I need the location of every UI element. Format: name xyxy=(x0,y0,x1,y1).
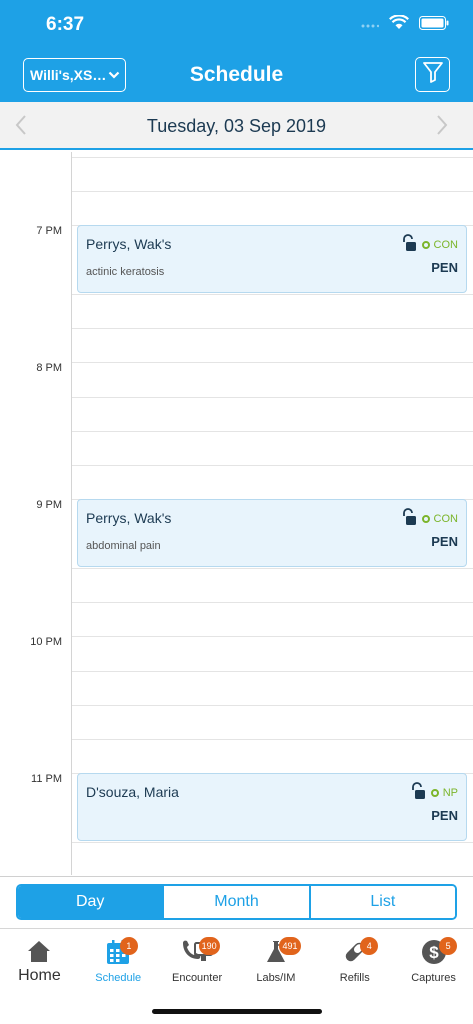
battery-icon xyxy=(419,15,449,35)
filter-button[interactable] xyxy=(415,57,450,92)
tab-encounter[interactable]: 190 Encounter xyxy=(158,929,237,988)
grid-line xyxy=(72,705,473,706)
tab-captures[interactable]: $ 5 Captures xyxy=(394,929,473,988)
notification-badge: 1 xyxy=(119,937,138,955)
tab-label: Home xyxy=(18,967,61,984)
status-time: 6:37 xyxy=(46,14,85,35)
status-ring-icon xyxy=(430,788,439,797)
notification-badge: 190 xyxy=(198,937,220,955)
visit-reason: actinic keratosis xyxy=(86,266,165,278)
notification-badge: 491 xyxy=(279,937,301,955)
status-icons xyxy=(361,14,449,35)
cellular-signal-icon xyxy=(361,16,380,34)
tab-label: Labs/IM xyxy=(256,972,296,984)
date-bar: Tuesday, 03 Sep 2019 xyxy=(0,102,473,150)
grid-line xyxy=(72,397,473,398)
svg-text:$: $ xyxy=(429,943,439,962)
wifi-icon xyxy=(389,14,409,35)
status-code: CON xyxy=(433,512,458,525)
tab-label: Schedule xyxy=(95,972,142,984)
tab-label: Encounter xyxy=(171,972,223,984)
home-indicator xyxy=(152,1009,322,1014)
tab-home[interactable]: Home xyxy=(0,929,79,988)
grid-line xyxy=(72,842,473,843)
grid-line xyxy=(72,362,473,363)
tab-labs-im[interactable]: 491 Labs/IM xyxy=(236,929,315,988)
visit-reason: abdominal pain xyxy=(86,540,161,552)
app-header: Willi's,XSa... Schedule xyxy=(0,50,473,102)
grid-line xyxy=(72,636,473,637)
current-date: Tuesday, 03 Sep 2019 xyxy=(146,116,327,136)
page-title: Schedule xyxy=(189,63,284,86)
grid-line xyxy=(72,602,473,603)
grid-line xyxy=(72,191,473,192)
grid-line xyxy=(72,465,473,466)
notification-badge: 5 xyxy=(439,937,458,955)
tab-schedule[interactable]: 1 Schedule xyxy=(79,929,158,988)
hour-label: 8 PM xyxy=(36,362,62,374)
appointment-card[interactable]: D'souza, Maria NP PEN xyxy=(77,773,467,841)
appointment-card[interactable]: Perrys, Wak's abdominal pain CON PEN xyxy=(77,499,467,567)
hour-label: 10 PM xyxy=(30,636,62,648)
status-code: NP xyxy=(442,786,458,799)
grid-line xyxy=(72,431,473,432)
day-view-tab[interactable]: Day xyxy=(18,886,165,918)
grid-line xyxy=(72,157,473,158)
appointment-status: CON xyxy=(400,508,458,529)
grid-line xyxy=(72,294,473,295)
appointment-status: CON xyxy=(400,234,458,255)
month-view-tab[interactable]: Month xyxy=(164,886,311,918)
unlock-icon xyxy=(409,782,427,803)
grid-line xyxy=(72,568,473,569)
list-view-tab[interactable]: List xyxy=(310,886,455,918)
grid-line xyxy=(72,328,473,329)
hour-label: 11 PM xyxy=(31,773,62,785)
home-icon xyxy=(26,939,52,968)
appointment-state: PEN xyxy=(431,260,458,275)
hour-label: 7 PM xyxy=(36,225,62,237)
patient-name: D'souza, Maria xyxy=(86,784,179,800)
grid-line xyxy=(72,739,473,740)
patient-name: Perrys, Wak's xyxy=(86,510,172,526)
appointment-state: PEN xyxy=(431,808,458,823)
bottom-tab-bar: Home 1 Schedule 190 Encounter 491 Labs/I… xyxy=(0,928,473,988)
status-code: CON xyxy=(433,238,458,251)
view-segmented-control: Day Month List xyxy=(16,884,457,920)
status-bar: 6:37 xyxy=(0,0,473,50)
tab-refills[interactable]: 4 Refills xyxy=(315,929,394,988)
hour-label: 9 PM xyxy=(36,499,62,511)
tab-label: Captures xyxy=(411,972,456,984)
day-timeline[interactable]: 7 PM 8 PM 9 PM 10 PM 11 PM Perrys, Wak's… xyxy=(0,152,473,875)
status-ring-icon xyxy=(421,514,430,523)
unlock-icon xyxy=(400,508,418,529)
filter-icon xyxy=(422,61,443,88)
appointment-card[interactable]: Perrys, Wak's actinic keratosis CON PEN xyxy=(77,225,467,293)
status-ring-icon xyxy=(421,240,430,249)
time-column-divider xyxy=(71,152,72,875)
unlock-icon xyxy=(400,234,418,255)
notification-badge: 4 xyxy=(360,937,379,955)
tab-label: Refills xyxy=(339,972,370,984)
appointment-state: PEN xyxy=(431,534,458,549)
patient-name: Perrys, Wak's xyxy=(86,236,172,252)
grid-line xyxy=(72,671,473,672)
divider xyxy=(0,876,473,877)
appointment-status: NP xyxy=(409,782,458,803)
next-day-chevron-icon[interactable] xyxy=(435,114,449,141)
